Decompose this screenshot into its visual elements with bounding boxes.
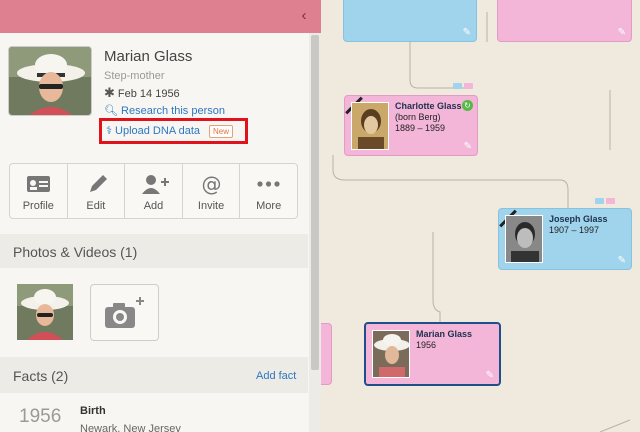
fact-year: 1956 [19, 406, 62, 427]
add-father-marker[interactable] [453, 83, 462, 89]
edit-pencil-icon[interactable]: ✎ [464, 141, 472, 152]
research-person-link[interactable]: 🔍︎ Research this person [104, 104, 225, 117]
profile-button[interactable]: Profile [10, 164, 68, 218]
more-dots-icon [257, 181, 280, 187]
photo-thumbnail[interactable] [17, 284, 73, 340]
more-button[interactable]: More [240, 164, 297, 218]
invite-button-label: Invite [197, 200, 225, 212]
add-button-label: Add [143, 200, 164, 212]
joseph-photo [505, 215, 543, 263]
card-years: 1907 – 1997 [549, 225, 600, 235]
add-person-icon [142, 175, 170, 194]
profile-button-label: Profile [22, 200, 54, 212]
edit-pencil-icon[interactable]: ✎ [463, 27, 471, 38]
action-toolbar: Profile Edit Add @ Invite More [9, 163, 298, 219]
new-badge: New [209, 125, 234, 138]
add-button[interactable]: Add [125, 164, 183, 218]
pencil-icon [89, 175, 107, 192]
edit-pencil-icon[interactable]: ✎ [486, 370, 494, 381]
dna-link-label: Upload DNA data [115, 125, 201, 137]
search-icon: 🔍︎ [104, 105, 118, 117]
edit-pencil-icon[interactable]: ✎ [618, 27, 626, 38]
panel-scrollbar[interactable] [309, 33, 321, 432]
marian-photo [372, 330, 410, 378]
dna-icon: ⚕ [106, 125, 112, 137]
profile-photo[interactable] [8, 46, 92, 116]
card-name: Joseph Glass [549, 214, 608, 224]
birth-asterisk-icon: ✱ [104, 85, 115, 100]
svg-text:@: @ [201, 173, 221, 195]
add-photo-button[interactable] [90, 284, 159, 341]
card-note: (born Berg) [395, 112, 441, 122]
more-button-label: More [256, 200, 282, 212]
fact-type: Birth [80, 405, 106, 417]
fact-place: Newark, New Jersey [80, 423, 181, 432]
tree-card-marian-glass[interactable]: Marian Glass 1956 ✎ [364, 322, 501, 386]
person-name: Marian Glass [104, 48, 193, 65]
scrollbar-thumb[interactable] [311, 35, 319, 370]
camera-plus-icon [105, 297, 144, 328]
photos-section-title: Photos & Videos (1) [13, 244, 138, 260]
invite-button[interactable]: @ Invite [183, 164, 241, 218]
add-father-marker[interactable] [595, 198, 604, 204]
tree-card-charlotte-glass[interactable]: ↻ Charlotte Glass (born Berg) 1889 – 195… [344, 95, 478, 156]
add-mother-marker[interactable] [464, 83, 473, 89]
birth-date: Feb 14 1956 [117, 88, 180, 100]
birth-info: ✱ Feb 14 1956 [104, 85, 180, 101]
chevron-left-icon[interactable]: ‹ [297, 8, 311, 24]
person-side-panel: ‹ Marian Glass Step-mother ✱ Feb 14 1956 … [0, 0, 321, 432]
card-name: Marian Glass [416, 329, 473, 339]
add-mother-marker[interactable] [606, 198, 615, 204]
facts-section-title: Facts (2) [13, 368, 69, 384]
edit-pencil-icon[interactable]: ✎ [618, 255, 626, 266]
card-name: Charlotte Glass [395, 101, 462, 111]
add-fact-link[interactable]: Add fact [256, 370, 296, 382]
tree-card-joseph-glass[interactable]: Joseph Glass 1907 – 1997 ✎ [498, 208, 632, 270]
at-icon: @ [201, 173, 221, 195]
edit-button-label: Edit [86, 200, 106, 212]
research-link-label: Research this person [121, 105, 225, 117]
profile-card-icon [27, 176, 50, 192]
upload-dna-link[interactable]: ⚕ Upload DNA data [106, 124, 200, 137]
panel-header-bar: ‹ [0, 0, 321, 33]
card-years: 1956 [416, 340, 437, 350]
tree-card-partial-male[interactable]: ✎ [343, 0, 477, 42]
edit-button[interactable]: Edit [68, 164, 126, 218]
charlotte-photo [351, 102, 389, 150]
relation-label: Step-mother [104, 70, 165, 82]
card-years: 1889 – 1959 [395, 123, 446, 133]
tree-card-partial-female[interactable]: ✎ [497, 0, 632, 42]
